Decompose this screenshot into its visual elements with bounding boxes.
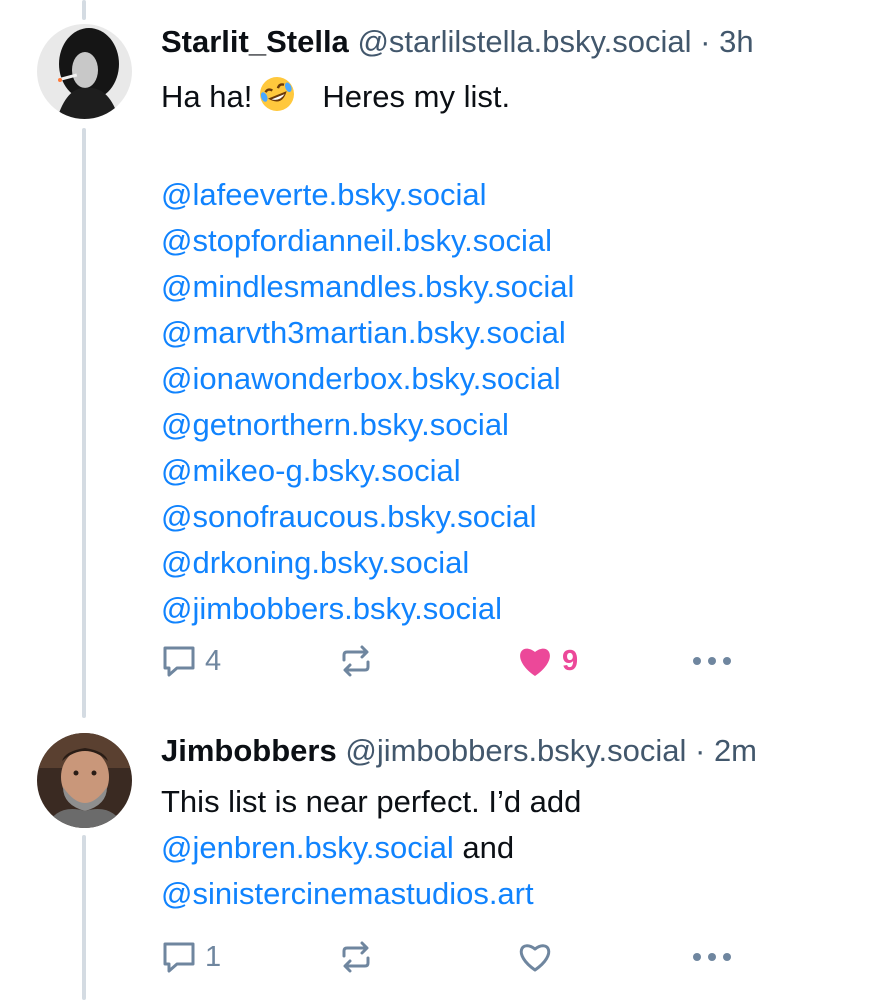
post-text-connector: and [453,830,515,865]
mention-link[interactable]: @mindlesmandles.bsky.social [161,264,874,310]
repost-icon [338,939,374,975]
heart-filled-icon [516,643,554,679]
more-icon [691,655,733,667]
reply-icon [161,643,197,679]
like-button[interactable]: 9 [516,641,578,681]
repost-button[interactable] [338,937,374,977]
mention-link[interactable]: @lafeeverte.bsky.social [161,172,874,218]
mention-link[interactable]: @jenbren.bsky.social [161,830,454,865]
reply-count: 4 [205,644,222,677]
mention-link[interactable]: @marvth3martian.bsky.social [161,310,874,356]
post-text-prefix: Ha ha! [161,79,253,114]
post-text-line: @jenbren.bsky.social and [161,825,874,871]
post-header: Starlit_Stella @starlilstella.bsky.socia… [161,22,874,62]
mention-link[interactable]: @drkoning.bsky.social [161,540,874,586]
avatar[interactable] [37,733,132,828]
heart-outline-icon [516,939,554,975]
post-text: Ha ha! Heres my list. @lafeeverte.bsky.s… [161,74,874,632]
reply-icon [161,939,197,975]
post-actions: 4 9 [161,641,761,681]
repost-icon [338,643,374,679]
mention-link[interactable]: @sonofraucous.bsky.social [161,494,874,540]
like-count: 9 [562,644,579,677]
thread-line-bottom [82,835,86,1000]
timestamp[interactable]: 2m [714,733,757,768]
more-icon [691,951,733,963]
more-button[interactable] [691,937,733,977]
thread-line-middle [82,128,86,718]
display-name[interactable]: Jimbobbers [161,733,337,768]
mention-link[interactable]: @getnorthern.bsky.social [161,402,874,448]
separator: · [694,733,706,768]
display-name[interactable]: Starlit_Stella [161,24,349,59]
post-header: Jimbobbers @jimbobbers.bsky.social · 2m [161,731,874,771]
mention-link[interactable]: @stopfordianneil.bsky.social [161,218,874,264]
post-text-suffix: Heres my list. [322,79,511,114]
mention-link[interactable]: @sinistercinemastudios.art [161,871,874,917]
repost-button[interactable] [338,641,374,681]
reply-button[interactable]: 1 [161,937,221,977]
reply-button[interactable]: 4 [161,641,221,681]
post-text: This list is near perfect. I’d add @jenb… [161,779,874,917]
like-button[interactable] [516,937,554,977]
mention-link[interactable]: @jimbobbers.bsky.social [161,586,874,632]
post-actions: 1 [161,937,761,977]
timestamp[interactable]: 3h [719,24,753,59]
rolling-on-floor-laughing-emoji [258,75,296,126]
post-intro-line: Ha ha! Heres my list. [161,74,874,126]
mention-link[interactable]: @ionawonderbox.bsky.social [161,356,874,402]
handle[interactable]: @jimbobbers.bsky.social [345,733,686,768]
thread-line-top [82,0,86,20]
separator: · [700,24,711,59]
mention-link[interactable]: @mikeo-g.bsky.social [161,448,874,494]
post-text-line: This list is near perfect. I’d add [161,784,582,819]
avatar[interactable] [37,24,132,119]
more-button[interactable] [691,641,733,681]
reply-count: 1 [205,940,222,973]
handle[interactable]: @starlilstella.bsky.social [357,24,691,59]
